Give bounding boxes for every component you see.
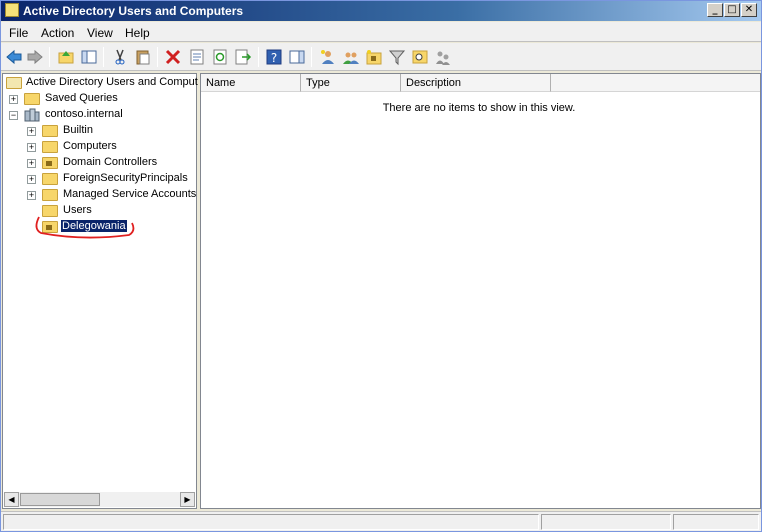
domain-icon: [24, 108, 40, 122]
minimize-button[interactable]: _: [707, 3, 723, 17]
properties-icon[interactable]: [188, 48, 206, 66]
folder-icon: [42, 141, 58, 153]
svg-text:?: ?: [271, 51, 277, 65]
tree-root[interactable]: Active Directory Users and Comput: [6, 75, 198, 91]
filter-icon[interactable]: [388, 48, 406, 66]
tree-item-label: contoso.internal: [45, 108, 123, 120]
maximize-button[interactable]: □: [724, 3, 740, 17]
tree-item-label: Managed Service Accounts: [63, 188, 197, 200]
cut-icon[interactable]: [111, 48, 129, 66]
status-bar: [1, 511, 761, 531]
tree-item-label: Saved Queries: [45, 92, 118, 104]
menu-help[interactable]: Help: [125, 26, 150, 40]
tree-item-saved-queries[interactable]: + Saved Queries: [6, 91, 196, 107]
tree-item-foreign-security-principals[interactable]: + ForeignSecurityPrincipals: [24, 171, 196, 187]
toolbar-separator: [258, 47, 259, 67]
folder-icon: [24, 93, 40, 105]
close-button[interactable]: ✕: [741, 3, 757, 17]
scroll-thumb[interactable]: [20, 493, 100, 506]
column-header-name[interactable]: Name: [201, 74, 301, 92]
red-underline-annotation: [35, 216, 135, 239]
menu-action[interactable]: Action: [41, 26, 74, 40]
column-header-description[interactable]: Description: [401, 74, 551, 92]
tree-item-builtin[interactable]: + Builtin: [24, 123, 196, 139]
expand-icon[interactable]: +: [27, 175, 36, 184]
folder-icon: [42, 125, 58, 137]
menu-file[interactable]: File: [9, 26, 28, 40]
tree-item-label: ForeignSecurityPrincipals: [63, 172, 188, 184]
menu-bar: File Action View Help: [1, 22, 761, 42]
tree-root-label: Active Directory Users and Comput: [26, 76, 198, 88]
find-icon[interactable]: [411, 48, 429, 66]
scroll-left-button[interactable]: ◀: [4, 492, 19, 507]
expand-icon[interactable]: +: [27, 143, 36, 152]
expand-icon[interactable]: +: [27, 191, 36, 200]
collapse-icon[interactable]: −: [9, 111, 18, 120]
delete-icon[interactable]: [164, 48, 182, 66]
column-header-filler: [551, 74, 760, 92]
expand-icon[interactable]: +: [27, 159, 36, 168]
new-user-icon[interactable]: [319, 48, 337, 66]
folder-icon: [42, 189, 58, 201]
tree-horizontal-scrollbar[interactable]: ◀ ▶: [4, 492, 195, 507]
toolbar-separator: [49, 47, 50, 67]
toolbar-separator: [103, 47, 104, 67]
menu-view[interactable]: View: [87, 26, 113, 40]
refresh-icon[interactable]: [211, 48, 229, 66]
delegate-control-icon[interactable]: [434, 48, 452, 66]
scroll-right-button[interactable]: ▶: [180, 492, 195, 507]
status-pane-3: [673, 514, 759, 530]
show-hide-tree-icon[interactable]: [80, 48, 98, 66]
export-list-icon[interactable]: [234, 48, 252, 66]
new-group-icon[interactable]: [342, 48, 360, 66]
toolbar: ?: [1, 43, 761, 71]
column-header-type[interactable]: Type: [301, 74, 401, 92]
folder-icon: [42, 173, 58, 185]
aduc-root-icon: [6, 77, 22, 89]
back-icon[interactable]: [5, 48, 23, 66]
toolbar-separator: [311, 47, 312, 67]
toolbar-separator: [157, 47, 158, 67]
forward-icon[interactable]: [26, 48, 44, 66]
help-icon[interactable]: ?: [265, 48, 283, 66]
tree-item-label: Builtin: [63, 124, 93, 136]
paste-icon[interactable]: [134, 48, 152, 66]
new-ou-icon[interactable]: [365, 48, 383, 66]
expand-icon[interactable]: +: [9, 95, 18, 104]
expand-icon[interactable]: +: [27, 127, 36, 136]
main-window: Active Directory Users and Computers _ □…: [0, 0, 762, 532]
app-icon: [5, 3, 19, 17]
window-title: Active Directory Users and Computers: [23, 4, 244, 18]
console-tree[interactable]: Active Directory Users and Comput + Save…: [2, 73, 198, 509]
tree-item-managed-service-accounts[interactable]: + Managed Service Accounts: [24, 187, 196, 203]
tree-item-domain[interactable]: − contoso.internal: [6, 107, 196, 123]
tree-item-domain-controllers[interactable]: + Domain Controllers: [24, 155, 196, 171]
up-folder-icon[interactable]: [57, 48, 75, 66]
title-bar[interactable]: Active Directory Users and Computers _ □…: [1, 1, 761, 21]
tree-item-computers[interactable]: + Computers: [24, 139, 196, 155]
status-pane-2: [541, 514, 671, 530]
details-pane[interactable]: Name Type Description There are no items…: [200, 73, 761, 509]
tree-item-label: Computers: [63, 140, 117, 152]
tree-item-label: Domain Controllers: [63, 156, 158, 168]
ou-icon: [42, 157, 58, 169]
show-action-pane-icon[interactable]: [288, 48, 306, 66]
empty-view-message: There are no items to show in this view.: [382, 102, 576, 114]
status-pane-main: [3, 514, 539, 530]
